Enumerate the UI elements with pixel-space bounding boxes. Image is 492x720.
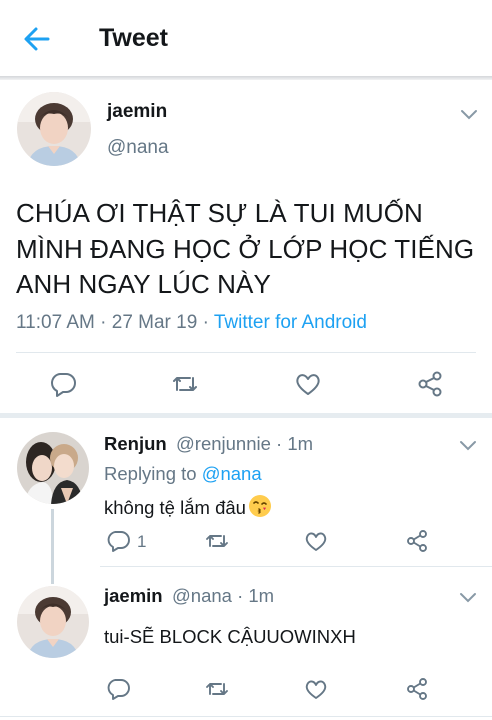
share-icon[interactable] <box>405 529 429 553</box>
replying-to-link[interactable]: @nana <box>202 463 262 484</box>
avatar[interactable] <box>17 432 89 504</box>
reply-text: tui-SẼ BLOCK CẬUUOWINXH <box>104 626 356 647</box>
tweet-text: CHÚA ƠI THẬT SỰ LÀ TUI MUỐN MÌNH ĐANG HỌ… <box>16 198 475 299</box>
kissing-face-emoji <box>248 494 272 518</box>
reply-text-content: không tệ lắm đâu <box>104 497 246 518</box>
retweet-icon[interactable] <box>171 370 199 398</box>
header-divider <box>0 76 492 80</box>
like-icon[interactable] <box>294 370 322 398</box>
top-bar: Tweet <box>0 0 492 78</box>
reply-author-name[interactable]: jaemin <box>104 585 163 607</box>
share-icon[interactable] <box>416 370 444 398</box>
page-title: Tweet <box>99 24 168 52</box>
reply-icon[interactable] <box>49 370 77 398</box>
reply-count: 1 <box>137 532 147 551</box>
retweet-icon[interactable] <box>205 529 229 553</box>
replying-to-label: Replying to <box>104 463 202 484</box>
tweet-timestamp: 11:07 AM · 27 Mar 19 · <box>16 312 214 333</box>
tweet-metadata: 11:07 AM · 27 Mar 19 · Twitter for Andro… <box>16 312 367 334</box>
chevron-down-icon[interactable] <box>459 591 477 603</box>
chevron-down-icon[interactable] <box>460 108 478 120</box>
reply-text: không tệ lắm đâu <box>104 494 272 519</box>
like-icon[interactable] <box>304 677 328 701</box>
like-icon[interactable] <box>304 529 328 553</box>
avatar[interactable] <box>17 586 89 658</box>
chevron-down-icon[interactable] <box>459 439 477 451</box>
section-separator <box>0 413 492 418</box>
divider <box>16 352 476 353</box>
share-icon[interactable] <box>405 677 429 701</box>
author-handle[interactable]: @nana <box>107 137 169 159</box>
reply-author-handle[interactable]: @nana · 1m <box>172 585 274 607</box>
reply-icon[interactable] <box>106 677 130 701</box>
retweet-icon[interactable] <box>205 677 229 701</box>
author-name[interactable]: jaemin <box>107 101 167 123</box>
reply-icon[interactable] <box>106 529 130 553</box>
divider <box>0 716 492 717</box>
reply-author-name[interactable]: Renjun <box>104 433 167 455</box>
thread-connector <box>51 509 54 584</box>
replying-to: Replying to @nana <box>104 463 262 485</box>
reply-author-handle[interactable]: @renjunnie · 1m <box>176 433 313 455</box>
tweet-source-link[interactable]: Twitter for Android <box>214 312 367 333</box>
back-arrow-icon[interactable] <box>22 24 52 54</box>
divider <box>100 566 492 567</box>
avatar[interactable] <box>17 92 91 166</box>
